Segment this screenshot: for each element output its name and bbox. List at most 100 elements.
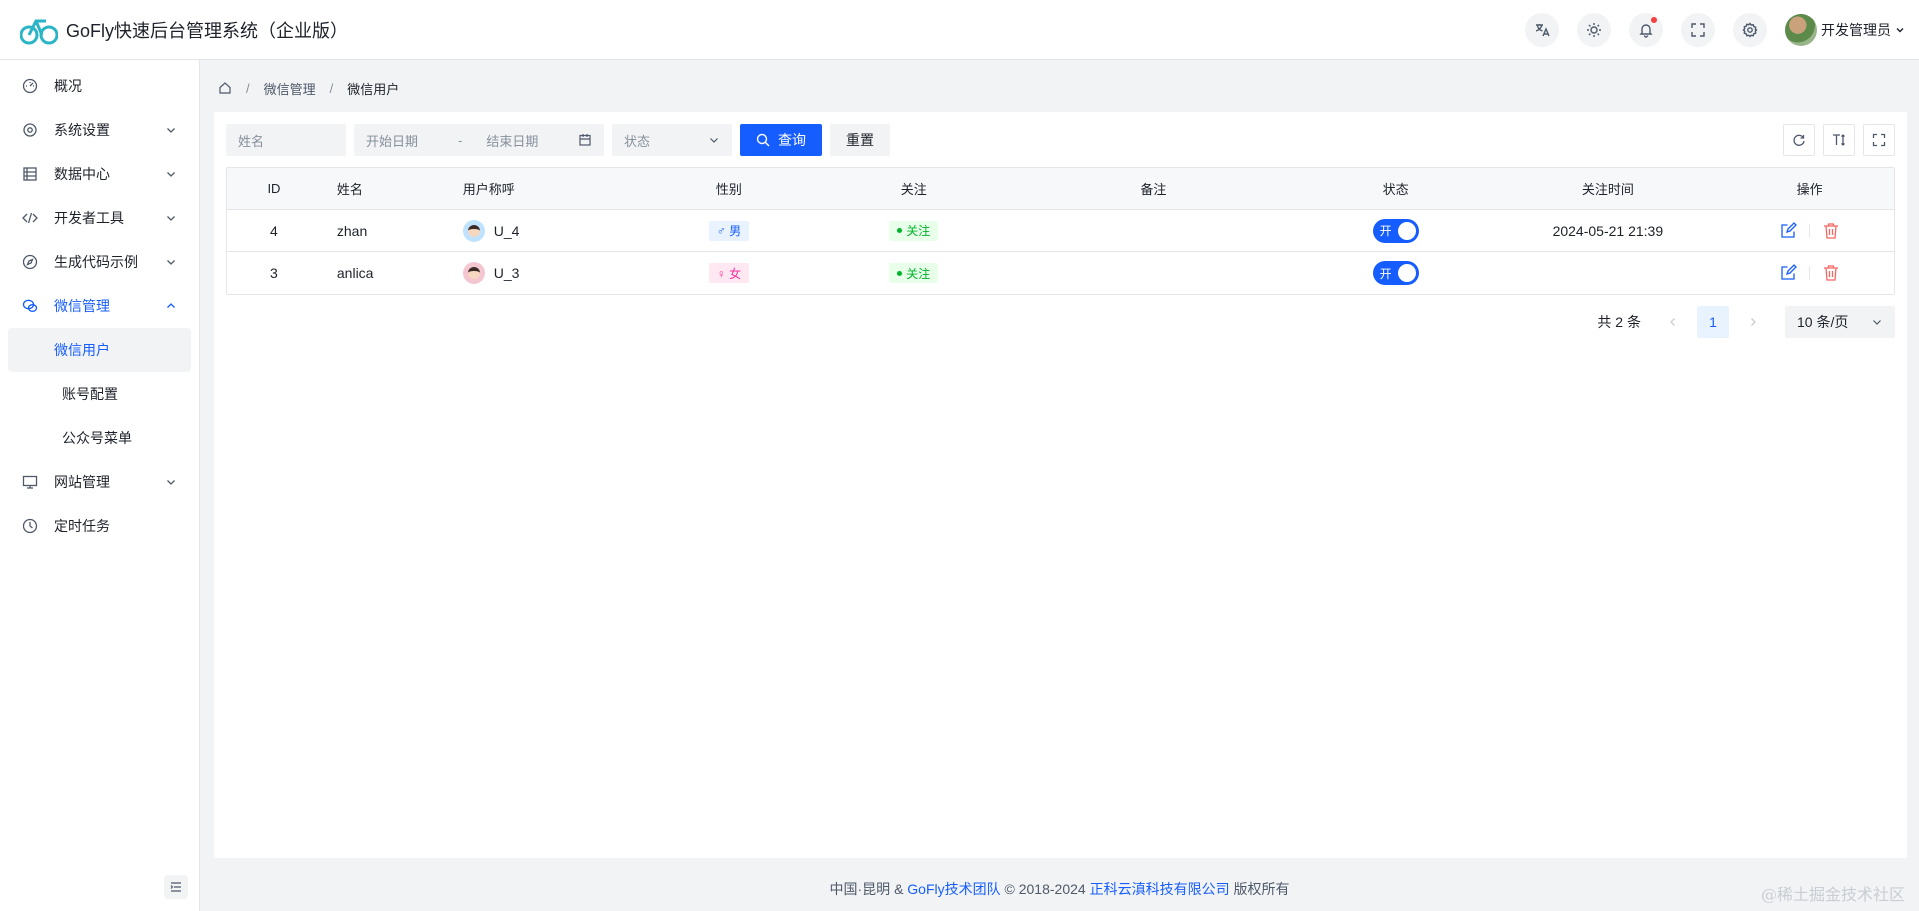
- sidebar-item-scheduled-tasks[interactable]: 定时任务: [0, 504, 199, 548]
- monitor-icon: [22, 475, 38, 489]
- trash-icon: [1824, 222, 1839, 239]
- col-actions: 操作: [1796, 182, 1823, 197]
- edit-icon: [1781, 264, 1798, 280]
- sidebar-item-developer-tools[interactable]: 开发者工具: [0, 196, 199, 240]
- cell-follow: 关注: [821, 210, 1006, 251]
- settings-button[interactable]: [1733, 13, 1767, 47]
- compass-icon: [22, 254, 38, 270]
- trash-icon: [1824, 265, 1839, 281]
- sidebar-subitem-account-config[interactable]: 账号配置: [8, 372, 191, 416]
- sidebar-item-data-center[interactable]: 数据中心: [0, 152, 199, 196]
- sidebar-item-label: 定时任务: [54, 518, 110, 534]
- cell-follow: 关注: [821, 252, 1006, 294]
- chevron-up-icon: [167, 303, 175, 308]
- table-tools: [1775, 124, 1895, 156]
- cell-remark: [1006, 252, 1301, 294]
- company-link[interactable]: 正科云滇科技有限公司: [1090, 879, 1230, 899]
- sidebar-item-label: 数据中心: [54, 166, 110, 182]
- cell-name: anlica: [336, 265, 374, 281]
- sidebar-item-label: 网站管理: [54, 474, 110, 490]
- prev-page-button[interactable]: [1657, 306, 1689, 338]
- follow-tag: 关注: [889, 220, 939, 241]
- table-fullscreen-button[interactable]: [1863, 124, 1895, 156]
- refresh-button[interactable]: [1783, 124, 1815, 156]
- table-header: ID 姓名 用户称呼 性别 关注 备注 状态 关注时间 操作: [227, 168, 1894, 210]
- app-title: GoFly快速后台管理系统（企业版）: [66, 20, 349, 41]
- cell-follow-time: 2024-05-21 21:39: [1552, 222, 1664, 239]
- col-follow: 关注: [900, 182, 927, 197]
- fullscreen-icon: [1691, 23, 1705, 37]
- app-header: GoFly快速后台管理系统（企业版） 开发管理员: [0, 0, 1919, 60]
- fullscreen-icon: [1872, 133, 1886, 147]
- user-menu[interactable]: 开发管理员: [1785, 14, 1905, 46]
- sidebar-item-wechat[interactable]: 微信管理: [0, 284, 199, 328]
- cell-name: zhan: [336, 222, 368, 239]
- wechat-icon: [22, 299, 38, 312]
- page-number[interactable]: 1: [1697, 306, 1729, 338]
- start-date-input[interactable]: 开始日期: [366, 131, 418, 150]
- language-button[interactable]: [1525, 13, 1559, 47]
- edit-icon: [1781, 221, 1798, 238]
- notification-button[interactable]: [1629, 13, 1663, 47]
- translate-icon: [1535, 24, 1550, 37]
- delete-button[interactable]: [1822, 222, 1840, 240]
- status-switch[interactable]: 开: [1372, 218, 1419, 243]
- next-page-button[interactable]: [1737, 306, 1769, 338]
- name-input[interactable]: 姓名: [226, 124, 346, 156]
- date-range-picker[interactable]: 开始日期 - 结束日期: [354, 124, 604, 156]
- sidebar-subitem-wechat-users[interactable]: 微信用户: [8, 328, 191, 372]
- sidebar-item-label: 概况: [54, 78, 82, 94]
- team-link[interactable]: GoFly技术团队: [907, 879, 1000, 899]
- gender-tag: ♀ 女: [708, 263, 750, 283]
- table-row: 3 anlica U_3 ♀ 女 关注 开: [227, 252, 1894, 294]
- breadcrumb-item[interactable]: 微信管理: [264, 79, 316, 98]
- chevron-right-icon: [1751, 318, 1756, 326]
- edit-button[interactable]: [1779, 264, 1798, 282]
- delete-button[interactable]: [1822, 264, 1840, 282]
- refresh-icon: [1793, 134, 1805, 146]
- footer: 中国·昆明 & GoFly技术团队 © 2018-2024 正科云滇科技有限公司…: [829, 879, 1290, 899]
- chevron-down-icon: [167, 216, 175, 221]
- search-button[interactable]: 查询: [740, 124, 822, 156]
- fullscreen-button[interactable]: [1681, 13, 1715, 47]
- cell-actions: [1725, 210, 1894, 251]
- main-panel: 姓名 开始日期 - 结束日期 状态 查询 重置 ID 姓名 用户称呼 性别 关注…: [214, 112, 1907, 858]
- status-switch[interactable]: 开: [1372, 261, 1419, 285]
- sidebar-item-system-settings[interactable]: 系统设置: [0, 108, 199, 152]
- sidebar-collapse-button[interactable]: [164, 875, 188, 899]
- col-follow-time: 关注时间: [1581, 182, 1634, 197]
- sidebar: 概况 系统设置 数据中心 开发者工具 生成代码示例 微信管理 微信用户 账号配置…: [0, 60, 200, 911]
- follow-tag: 关注: [889, 263, 939, 283]
- avatar: [462, 219, 485, 242]
- chevron-down-icon: [1896, 28, 1904, 33]
- chevron-down-icon: [167, 480, 175, 485]
- reset-button[interactable]: 重置: [830, 124, 890, 156]
- sidebar-subitem-official-menu[interactable]: 公众号菜单: [8, 416, 191, 460]
- sidebar-item-overview[interactable]: 概况: [0, 64, 199, 108]
- pagination: 共 2 条 1 10 条/页: [1597, 306, 1895, 338]
- watermark: @稀土掘金技术社区: [1760, 885, 1905, 904]
- col-name: 姓名: [336, 182, 363, 197]
- avatar: [1785, 14, 1817, 46]
- status-select[interactable]: 状态: [612, 124, 732, 156]
- end-date-input[interactable]: 结束日期: [486, 131, 538, 150]
- avatar: [462, 262, 485, 284]
- chevron-down-icon: [167, 172, 175, 177]
- cell-remark: [1006, 210, 1301, 251]
- theme-button[interactable]: [1577, 13, 1611, 47]
- page-size-select[interactable]: 10 条/页: [1785, 306, 1895, 338]
- header-tools: 开发管理员: [1507, 0, 1905, 60]
- sidebar-item-website[interactable]: 网站管理: [0, 460, 199, 504]
- logo[interactable]: GoFly快速后台管理系统（企业版）: [0, 13, 360, 47]
- density-button[interactable]: [1823, 124, 1855, 156]
- edit-button[interactable]: [1779, 221, 1798, 240]
- home-icon[interactable]: [218, 81, 232, 95]
- cell-gender: ♂ 男: [637, 210, 822, 251]
- breadcrumb: / 微信管理 / 微信用户: [218, 78, 399, 98]
- sidebar-item-label: 生成代码示例: [54, 254, 138, 270]
- sidebar-item-code-examples[interactable]: 生成代码示例: [0, 240, 199, 284]
- menu-fold-icon: [170, 882, 181, 892]
- cell-status: 开: [1301, 210, 1491, 251]
- bike-logo-icon: [20, 19, 58, 44]
- cell-actions: [1725, 252, 1894, 294]
